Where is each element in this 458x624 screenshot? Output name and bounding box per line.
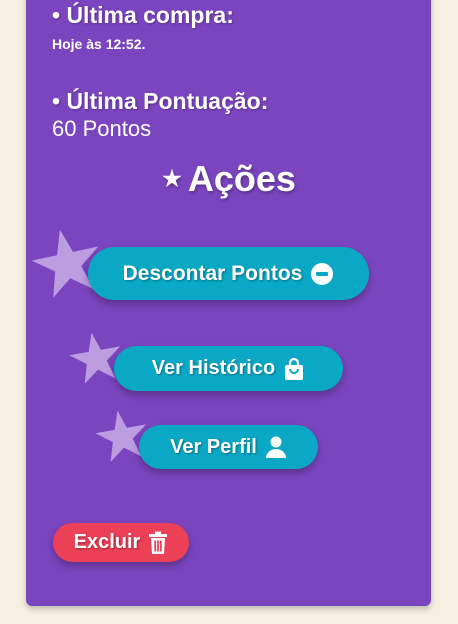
star-icon: ★: [162, 166, 182, 192]
view-profile-button[interactable]: Ver Perfil: [139, 425, 318, 469]
last-purchase-value: Hoje às 12:52.: [52, 36, 146, 52]
view-history-label: Ver Histórico: [151, 357, 276, 379]
minus-circle-icon: [310, 262, 334, 286]
last-score-label: • Última Pontuação:: [52, 88, 269, 114]
view-history-button[interactable]: Ver Histórico: [114, 346, 343, 391]
discount-points-label: Descontar Pontos: [122, 261, 303, 285]
actions-heading-text: Ações: [187, 158, 296, 199]
discount-points-button[interactable]: Descontar Pontos: [88, 247, 369, 300]
user-icon: [265, 435, 287, 459]
last-score-value: 60 Pontos: [52, 116, 152, 141]
shopping-bag-icon: [283, 357, 305, 381]
actions-heading: ★ Ações: [0, 158, 458, 200]
last-purchase-label: • Última compra:: [52, 2, 234, 28]
delete-label: Excluir: [73, 531, 141, 553]
view-profile-label: Ver Perfil: [170, 435, 257, 458]
delete-button[interactable]: Excluir: [53, 523, 189, 562]
trash-icon: [148, 531, 168, 555]
